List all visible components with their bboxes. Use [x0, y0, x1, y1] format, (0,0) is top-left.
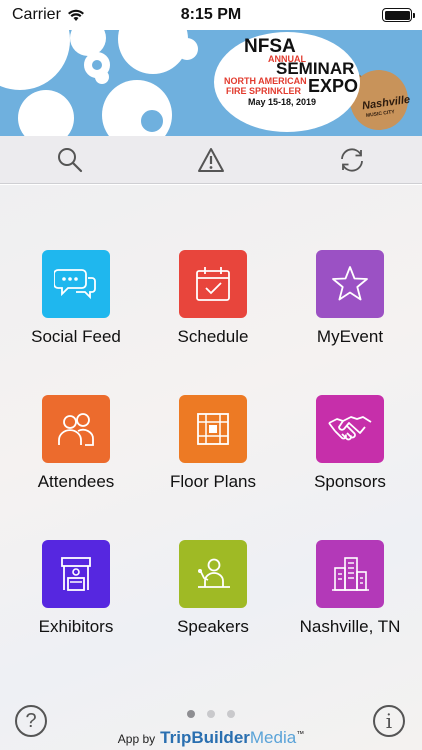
tile-social-feed[interactable]: Social Feed: [6, 250, 146, 370]
tile-icon-bg: [179, 395, 247, 463]
expo-text: EXPO: [308, 76, 359, 96]
tile-label: Attendees: [37, 472, 115, 491]
main-grid: Social Feed Schedule MyEvent Attendees F…: [0, 185, 422, 750]
speaker-icon: [198, 558, 230, 588]
toolbar: [0, 136, 422, 184]
alerts-button[interactable]: [181, 138, 241, 182]
bubble-decor: [135, 104, 169, 136]
carrier-label: Carrier: [12, 6, 61, 23]
tile-label: Schedule: [177, 327, 249, 346]
chat-bubbles-icon: [54, 269, 96, 300]
seminar-text: SEMINAR: [276, 59, 355, 78]
tile-label: Exhibitors: [38, 617, 114, 636]
floor-plan-icon: [197, 413, 229, 445]
tile-label: Sponsors: [314, 472, 386, 491]
alert-icon: [197, 147, 224, 172]
refresh-icon: [340, 147, 363, 172]
tile-label: Speakers: [177, 617, 249, 636]
bubble-decor: [176, 38, 198, 60]
tile-icon-bg: [179, 540, 247, 608]
tile-exhibitors[interactable]: Exhibitors: [6, 540, 146, 660]
page-dot[interactable]: [207, 710, 215, 718]
booth-icon: [61, 557, 91, 591]
search-icon: [58, 147, 83, 172]
event-banner: NFSA ANNUAL SEMINAR NORTH AMERICAN FIRE …: [0, 30, 422, 136]
calendar-check-icon: [196, 267, 230, 301]
tile-label: Social Feed: [31, 327, 121, 346]
footer-credit: App by TripBuilderMedia™: [0, 728, 422, 748]
tile-icon-bg: [316, 540, 384, 608]
brand-media: Media: [249, 728, 297, 747]
tile-sponsors[interactable]: Sponsors: [280, 395, 420, 515]
page-dot-active[interactable]: [187, 710, 195, 718]
tile-label: Floor Plans: [170, 472, 256, 491]
footer-brand[interactable]: TripBuilderMedia™: [160, 728, 304, 748]
tile-nashville[interactable]: Nashville, TN: [280, 540, 420, 660]
tile-label: MyEvent: [316, 327, 384, 346]
bubble-decor: [0, 30, 70, 90]
status-left: Carrier: [12, 6, 85, 24]
people-icon: [58, 413, 94, 446]
event-dates: May 15-18, 2019: [248, 97, 317, 107]
brand-trademark: ™: [296, 729, 305, 739]
search-button[interactable]: [40, 138, 100, 182]
tile-icon-bg: [42, 395, 110, 463]
tile-myevent[interactable]: MyEvent: [280, 250, 420, 370]
tile-schedule[interactable]: Schedule: [143, 250, 283, 370]
subtitle-line2: FIRE SPRINKLER: [226, 86, 302, 96]
tile-attendees[interactable]: Attendees: [6, 395, 146, 515]
refresh-button[interactable]: [322, 138, 382, 182]
page-dot[interactable]: [227, 710, 235, 718]
tile-icon-bg: [42, 250, 110, 318]
star-icon: [332, 266, 368, 301]
handshake-icon: [328, 416, 372, 441]
city-icon: [332, 557, 369, 591]
status-bar: Carrier 8:15 PM: [0, 0, 422, 30]
page-indicator[interactable]: [0, 710, 422, 718]
brand-trip: TripBuilder: [160, 728, 250, 747]
wifi-icon: [67, 9, 84, 21]
subtitle-line1: NORTH AMERICAN: [224, 76, 307, 86]
tile-label: Nashville, TN: [299, 617, 401, 636]
bubble-decor: [95, 70, 109, 84]
tile-icon-bg: [42, 540, 110, 608]
bubble-decor: [18, 90, 74, 136]
tile-icon-bg: [316, 250, 384, 318]
tile-speakers[interactable]: Speakers: [143, 540, 283, 660]
footer-prefix: App by: [117, 732, 156, 746]
tile-icon-bg: [179, 250, 247, 318]
tile-icon-bg: [316, 395, 384, 463]
battery-icon: [382, 8, 415, 22]
tile-floor-plans[interactable]: Floor Plans: [143, 395, 283, 515]
